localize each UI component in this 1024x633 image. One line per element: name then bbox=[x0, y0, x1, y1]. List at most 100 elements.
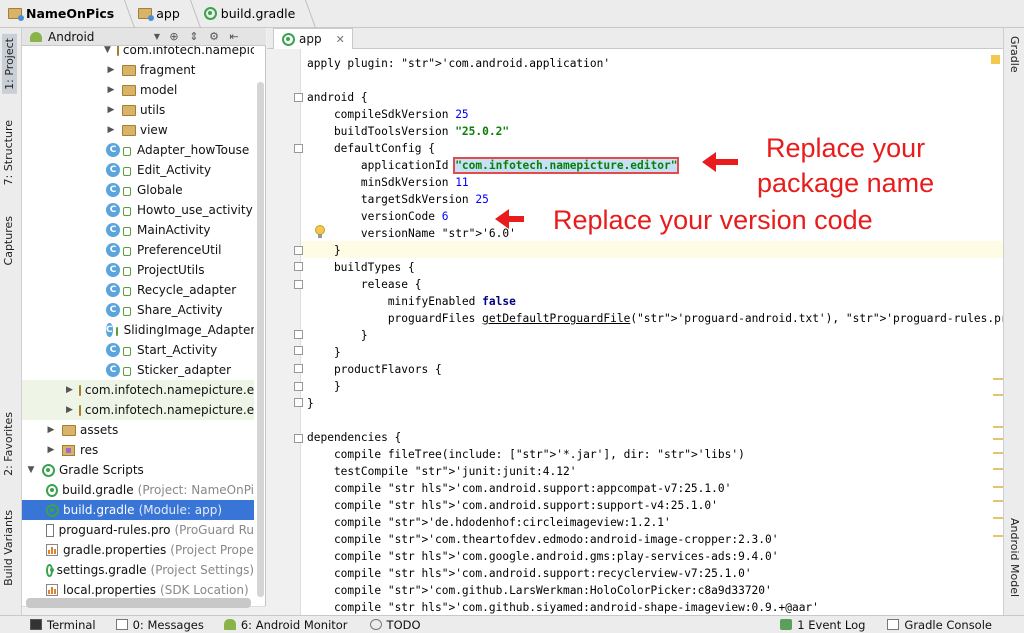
tab-todo[interactable]: TODO bbox=[369, 618, 421, 632]
hide-panel-icon[interactable]: ⇤ bbox=[228, 30, 240, 43]
tree-item[interactable]: ▶ com.infotech.namepicture.e bbox=[22, 400, 254, 420]
code-line[interactable]: compile "str hls">'com.android.support:s… bbox=[307, 497, 718, 514]
breadcrumb-file[interactable]: build.gradle bbox=[200, 0, 317, 28]
expand-arrow-icon[interactable]: ▶ bbox=[106, 65, 116, 75]
code-line[interactable]: targetSdkVersion 25 bbox=[307, 191, 489, 208]
tree-vertical-scrollbar[interactable] bbox=[257, 82, 264, 597]
code-line[interactable]: compile "str">'com.github.LarsWerkman:Ho… bbox=[307, 582, 772, 599]
code-line[interactable]: minSdkVersion 11 bbox=[307, 174, 469, 191]
code-line[interactable]: } bbox=[307, 395, 314, 412]
code-line[interactable]: buildTypes { bbox=[307, 259, 415, 276]
tree-item[interactable]: build.gradle (Module: app) bbox=[22, 500, 254, 520]
code-line[interactable]: compile "str hls">'com.android.support:a… bbox=[307, 480, 731, 497]
tab-android-model[interactable]: Android Model bbox=[1008, 518, 1021, 597]
warning-marker[interactable] bbox=[993, 378, 1003, 380]
sync-icon[interactable]: ⊕ bbox=[168, 30, 180, 43]
analysis-status-icon[interactable] bbox=[991, 55, 1000, 64]
fold-marker-icon[interactable] bbox=[294, 364, 303, 373]
fold-marker-icon[interactable] bbox=[294, 280, 303, 289]
tree-item[interactable]: ▶ com.infotech.namepicture.e bbox=[22, 380, 254, 400]
collapse-arrow-icon[interactable]: ▼ bbox=[26, 465, 36, 475]
collapse-arrow-icon[interactable]: ▼ bbox=[104, 46, 111, 55]
code-line[interactable]: applicationId "com.infotech.namepicture.… bbox=[307, 157, 680, 174]
tree-item[interactable]: ▶ utils bbox=[22, 100, 254, 120]
code-line[interactable]: productFlavors { bbox=[307, 361, 442, 378]
tree-class-item[interactable]: C Adapter_howTouse bbox=[22, 140, 254, 160]
breadcrumb-module[interactable]: app bbox=[134, 0, 201, 28]
tab-gradle[interactable]: Gradle bbox=[1008, 36, 1021, 73]
gear-icon[interactable]: ⚙ bbox=[208, 30, 220, 43]
code-line[interactable]: compile "str hls">'com.github.siyamed:an… bbox=[307, 599, 819, 615]
code-line[interactable]: minifyEnabled false bbox=[307, 293, 516, 310]
code-line[interactable]: proguardFiles getDefaultProguardFile("st… bbox=[307, 310, 1003, 327]
code-line[interactable]: compile "str hls">'com.google.android.gm… bbox=[307, 548, 779, 565]
tree-class-item[interactable]: C PreferenceUtil bbox=[22, 240, 254, 260]
tree-item[interactable]: ▶ res bbox=[22, 440, 254, 460]
code-line[interactable]: buildToolsVersion "25.0.2" bbox=[307, 123, 509, 140]
tree-item[interactable]: ▼ com.infotech.namepicture.e bbox=[22, 46, 254, 60]
tree-class-item[interactable]: C SlidingImage_Adapter bbox=[22, 320, 254, 340]
code-line[interactable]: dependencies { bbox=[307, 429, 401, 446]
code-line[interactable]: release { bbox=[307, 276, 422, 293]
code-line[interactable]: testCompile "str">'junit:junit:4.12' bbox=[307, 463, 577, 480]
tree-class-item[interactable]: C MainActivity bbox=[22, 220, 254, 240]
warning-marker[interactable] bbox=[993, 426, 1003, 428]
code-line[interactable]: apply plugin: "str">'com.android.applica… bbox=[307, 55, 610, 72]
fold-marker-icon[interactable] bbox=[294, 434, 303, 443]
code-line[interactable]: defaultConfig { bbox=[307, 140, 435, 157]
tab-event-log[interactable]: 1 Event Log bbox=[780, 618, 865, 632]
breadcrumb-project[interactable]: NameOnPics bbox=[4, 0, 136, 28]
tree-horizontal-scrollbar[interactable] bbox=[26, 598, 251, 608]
fold-marker-icon[interactable] bbox=[294, 382, 303, 391]
fold-marker-icon[interactable] bbox=[294, 93, 303, 102]
tree-item[interactable]: ▶ fragment bbox=[22, 60, 254, 80]
code-line[interactable]: compile "str">'de.hdodenhof:circleimagev… bbox=[307, 514, 671, 531]
tab-app-build-gradle[interactable]: app ✕ bbox=[273, 28, 353, 49]
tree-class-item[interactable]: C Edit_Activity bbox=[22, 160, 254, 180]
tree-class-item[interactable]: C Globale bbox=[22, 180, 254, 200]
tree-item[interactable]: gradle.properties (Project Proper bbox=[22, 540, 254, 560]
code-line[interactable]: } bbox=[307, 378, 341, 395]
code-line[interactable]: versionCode 6 bbox=[307, 208, 449, 225]
code-line[interactable]: compileSdkVersion 25 bbox=[307, 106, 469, 123]
warning-marker[interactable] bbox=[993, 452, 1003, 454]
code-line[interactable]: versionName "str">'6.0' bbox=[307, 225, 516, 242]
tree-item[interactable]: ▶ assets bbox=[22, 420, 254, 440]
tree-item[interactable]: ▼ Gradle Scripts bbox=[22, 460, 254, 480]
warning-marker[interactable] bbox=[993, 486, 1003, 488]
tab-project[interactable]: 1: Project bbox=[2, 34, 17, 94]
tab-build-variants[interactable]: Build Variants bbox=[2, 510, 15, 586]
warning-marker[interactable] bbox=[993, 438, 1003, 440]
code-line[interactable]: android { bbox=[307, 89, 368, 106]
collapse-icon[interactable]: ⇕ bbox=[188, 30, 200, 43]
tab-favorites[interactable]: 2: Favorites bbox=[2, 412, 15, 476]
expand-arrow-icon[interactable]: ▶ bbox=[106, 105, 116, 115]
fold-marker-icon[interactable] bbox=[294, 246, 303, 255]
expand-arrow-icon[interactable]: ▶ bbox=[66, 405, 73, 415]
fold-marker-icon[interactable] bbox=[294, 346, 303, 355]
tree-class-item[interactable]: C ProjectUtils bbox=[22, 260, 254, 280]
tree-item[interactable]: ▶ view bbox=[22, 120, 254, 140]
project-view-selector[interactable]: Android ▼ bbox=[22, 30, 160, 44]
code-line[interactable]: compile "str hls">'com.android.support:r… bbox=[307, 565, 752, 582]
tab-captures[interactable]: Captures bbox=[2, 216, 15, 265]
tab-structure[interactable]: 7: Structure bbox=[2, 120, 15, 185]
tree-item[interactable]: local.properties (SDK Location) bbox=[22, 580, 254, 600]
tree-item[interactable]: proguard-rules.pro (ProGuard Ru bbox=[22, 520, 254, 540]
tab-gradle-console[interactable]: Gradle Console bbox=[887, 618, 992, 632]
tree-class-item[interactable]: C Howto_use_activity bbox=[22, 200, 254, 220]
tree-item[interactable]: settings.gradle (Project Settings) bbox=[22, 560, 254, 580]
expand-arrow-icon[interactable]: ▶ bbox=[106, 125, 116, 135]
tab-messages[interactable]: 0: Messages bbox=[115, 618, 204, 632]
tab-android-monitor[interactable]: 6: Android Monitor bbox=[223, 618, 348, 632]
fold-marker-icon[interactable] bbox=[294, 144, 303, 153]
tree-item[interactable]: build.gradle (Project: NameOnPi bbox=[22, 480, 254, 500]
fold-marker-icon[interactable] bbox=[294, 262, 303, 271]
code-line[interactable]: compile "str">'com.theartofdev.edmodo:an… bbox=[307, 531, 779, 548]
tree-item[interactable]: ▶ model bbox=[22, 80, 254, 100]
code-line[interactable]: } bbox=[307, 242, 341, 259]
expand-arrow-icon[interactable]: ▶ bbox=[106, 85, 116, 95]
expand-arrow-icon[interactable]: ▶ bbox=[66, 385, 73, 395]
tree-class-item[interactable]: C Sticker_adapter bbox=[22, 360, 254, 380]
tree-class-item[interactable]: C Start_Activity bbox=[22, 340, 254, 360]
